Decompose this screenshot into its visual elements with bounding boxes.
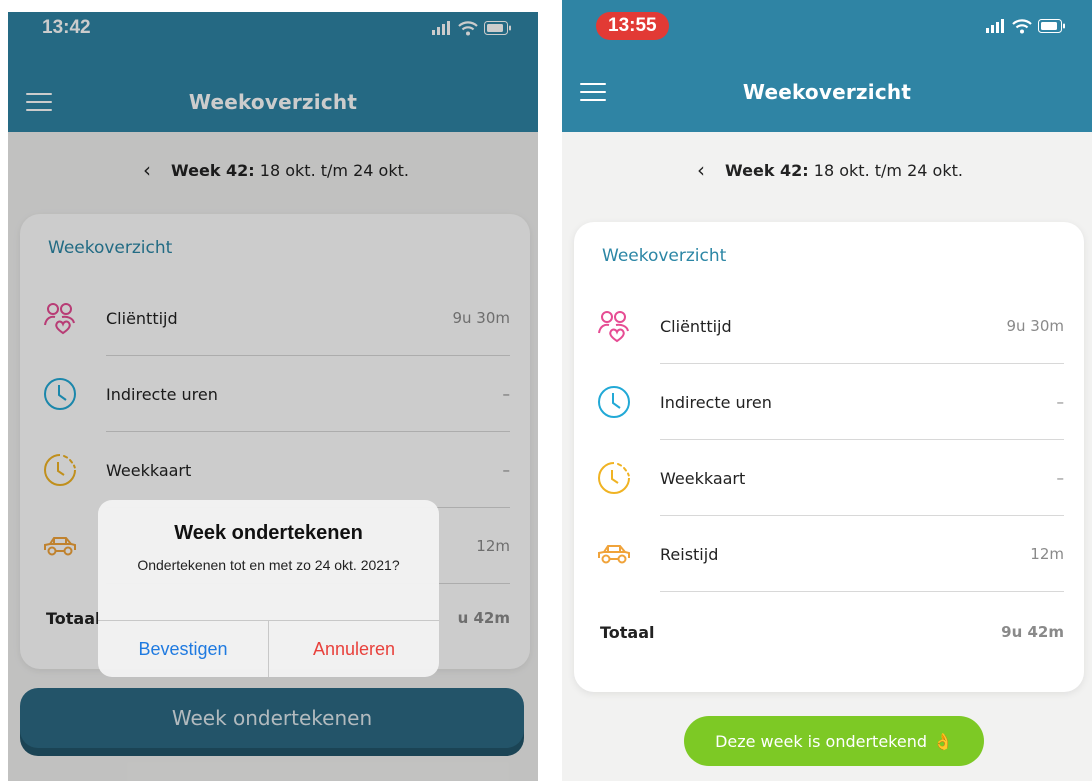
- row-total: Totaal 9u 42m: [574, 594, 1084, 670]
- clients-heart-icon: [596, 308, 632, 344]
- row-value: 9u 30m: [452, 309, 510, 327]
- menu-button[interactable]: [26, 82, 52, 122]
- week-range: 18 okt. t/m 24 okt.: [259, 160, 409, 180]
- row-indirect-hours[interactable]: Indirecte uren –: [574, 364, 1084, 440]
- row-weekcard[interactable]: Weekkaart –: [574, 440, 1084, 516]
- battery-icon: [1038, 19, 1065, 33]
- total-label: Totaal: [46, 608, 101, 628]
- row-clienttime[interactable]: Cliënttijd 9u 30m: [574, 288, 1084, 364]
- row-value: –: [502, 385, 511, 403]
- row-value: –: [1056, 469, 1065, 487]
- status-time: 13:42: [42, 17, 91, 38]
- timer-clock-icon: [42, 452, 78, 488]
- sign-week-dialog: Week ondertekenen Ondertekenen tot en me…: [98, 500, 439, 677]
- week-signed-badge: Deze week is ondertekend 👌: [684, 716, 984, 766]
- hamburger-icon: [580, 83, 606, 85]
- clients-heart-icon: [42, 300, 78, 336]
- row-travel-time[interactable]: Reistijd 12m: [574, 516, 1084, 592]
- phone-screen-right: 13:55 Weekoverzicht ‹ Week 42: 18 okt. t…: [562, 0, 1092, 781]
- cancel-button[interactable]: Annuleren: [269, 621, 439, 677]
- confirm-button[interactable]: Bevestigen: [98, 621, 269, 677]
- row-label: Weekkaart: [660, 468, 746, 488]
- clock-icon: [42, 376, 78, 412]
- row-label: Reistijd: [660, 544, 719, 564]
- wifi-icon: [1012, 18, 1032, 33]
- system-icons: [432, 20, 512, 36]
- total-value: 9u 42m: [1001, 623, 1064, 641]
- menu-button[interactable]: [580, 72, 606, 112]
- row-value: 9u 30m: [1006, 317, 1064, 335]
- total-value: u 42m: [457, 609, 510, 627]
- row-weekcard[interactable]: Weekkaart –: [20, 432, 530, 508]
- week-number: Week 42:: [725, 160, 809, 180]
- week-selector: ‹ Week 42: 18 okt. t/m 24 okt.: [8, 148, 538, 192]
- row-label: Indirecte uren: [106, 384, 218, 404]
- status-bar: 13:55: [562, 0, 1092, 52]
- previous-week-button[interactable]: ‹: [137, 158, 157, 182]
- dialog-title: Week ondertekenen: [174, 522, 363, 544]
- card-title: Weekoverzicht: [48, 238, 173, 258]
- card-title: Weekoverzicht: [602, 246, 727, 266]
- cellular-signal-icon: [986, 19, 1004, 33]
- navigation-bar: Weekoverzicht: [562, 52, 1092, 132]
- week-overview-card: Weekoverzicht Cliënttijd 9u 30m Indirect…: [574, 222, 1084, 692]
- row-label: Indirecte uren: [660, 392, 772, 412]
- hamburger-icon: [26, 93, 52, 95]
- ok-hand-icon: 👌: [933, 731, 953, 751]
- previous-week-button[interactable]: ‹: [691, 158, 711, 182]
- car-icon: [42, 528, 78, 564]
- phone-screen-left: 13:42 Weekoverzicht ‹ Week 42: 18 okt. t…: [8, 12, 538, 781]
- page-title: Weekoverzicht: [742, 80, 912, 104]
- page-title: Weekoverzicht: [188, 90, 358, 114]
- week-selector: ‹ Week 42: 18 okt. t/m 24 okt.: [562, 148, 1092, 192]
- row-label: Cliënttijd: [660, 316, 732, 336]
- clock-icon: [596, 384, 632, 420]
- system-icons: [986, 18, 1066, 34]
- signed-badge-text: Deze week is ondertekend: [715, 731, 928, 751]
- navigation-bar: Weekoverzicht: [8, 52, 538, 152]
- row-clienttime[interactable]: Cliënttijd 9u 30m: [20, 280, 530, 356]
- row-value: –: [1056, 393, 1065, 411]
- timer-clock-icon: [596, 460, 632, 496]
- wifi-icon: [458, 20, 478, 35]
- week-range: 18 okt. t/m 24 okt.: [813, 160, 963, 180]
- dialog-message: Ondertekenen tot en met zo 24 okt. 2021?: [137, 557, 400, 573]
- row-value: –: [502, 461, 511, 479]
- week-number: Week 42:: [171, 160, 255, 180]
- cellular-signal-icon: [432, 21, 450, 35]
- row-label: Cliënttijd: [106, 308, 178, 328]
- row-value: 12m: [476, 537, 510, 555]
- sign-week-button[interactable]: Week ondertekenen: [20, 688, 524, 748]
- row-value: 12m: [1030, 545, 1064, 563]
- status-time: 13:55: [596, 12, 669, 40]
- car-icon: [596, 536, 632, 572]
- battery-icon: [484, 21, 511, 35]
- dialog-actions: Bevestigen Annuleren: [98, 620, 439, 677]
- total-label: Totaal: [600, 622, 655, 642]
- status-bar: 13:42: [8, 12, 538, 54]
- row-label: Weekkaart: [106, 460, 192, 480]
- row-divider: [660, 591, 1064, 592]
- row-indirect-hours[interactable]: Indirecte uren –: [20, 356, 530, 432]
